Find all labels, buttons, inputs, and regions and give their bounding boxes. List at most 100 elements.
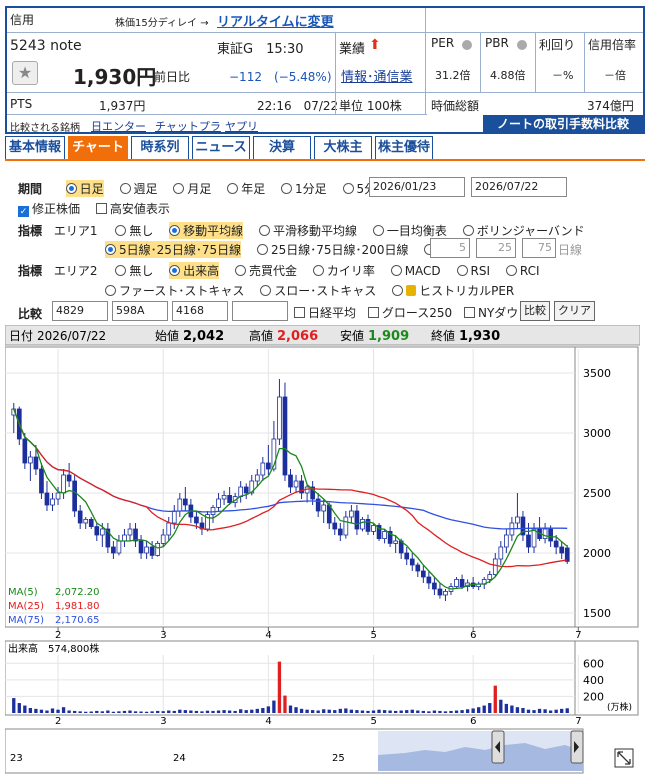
volume-bar [393,710,398,713]
compare-link-3[interactable]: ヤプリ [225,118,258,134]
candle-body [72,480,77,512]
candle-body [111,546,116,554]
ma-custom-2[interactable]: 25 [476,238,516,258]
highlow-checkbox[interactable]: 高安値表示 [95,200,170,217]
area1-label: エリア1 [53,224,98,238]
period-daily[interactable]: 日足 [65,180,104,197]
area2-historical-per[interactable]: ヒストリカルPER [392,282,514,299]
growth250-checkbox[interactable]: グロース250 [367,304,452,321]
candle-body [50,498,55,506]
pbr-value: 4.88倍 [490,69,526,82]
compare-link-1[interactable]: 日エンター [91,118,146,134]
volume-bar [250,709,254,713]
volume-bar [89,711,93,713]
pbr-help-icon[interactable] [517,40,527,50]
compare-link-2[interactable]: チャットプラ [155,118,221,134]
per-help-icon[interactable] [462,40,472,50]
area2-rsi[interactable]: RSI [456,264,490,278]
fullscreen-icon[interactable] [614,748,634,768]
area1-none[interactable]: 無し [115,222,153,239]
volume-bar [338,708,342,713]
ohlc-close-label: 終値 [431,328,455,343]
legend-ma75-label: MA(75) [8,615,44,626]
compare-code-4[interactable] [232,301,288,321]
volume-bar [45,710,49,713]
favorite-star-icon[interactable]: ★ [12,61,38,85]
period-monthly[interactable]: 月足 [173,180,211,197]
volume-bar [205,710,210,713]
candle-body [28,456,33,464]
realtime-link[interactable]: リアルタイムに変更 [217,11,334,30]
ohlc-date-label: 日付 [9,329,33,343]
compare-code-1[interactable]: 4829 [52,301,108,321]
ma-custom-1[interactable]: 5 [430,238,470,258]
candle-body [420,570,426,578]
tab-news[interactable]: ニュース [192,136,250,160]
area1-bollinger[interactable]: ボリンジャーバンド [462,222,585,239]
tab-basic-info[interactable]: 基本情報 [5,136,65,160]
volume-bar [333,710,337,713]
area2-volume[interactable]: 出来高 [169,262,220,279]
area2-fast-stoch[interactable]: ファースト･ストキャス [105,282,244,299]
tab-shareholder-benefits[interactable]: 株主優待 [375,136,433,160]
compare-code-2[interactable]: 598A [112,301,168,321]
area2-none[interactable]: 無し [115,262,153,279]
volume-bar [449,710,453,713]
area2-turnover[interactable]: 売買代金 [235,262,297,279]
candle-body [116,540,122,554]
fee-compare-banner[interactable]: ノートの取引手数料比較 [483,115,643,134]
ma-set-25-75-200[interactable]: 25日線･75日線･200日線 [257,241,408,258]
volume-bar [222,710,226,713]
volume-bar [405,710,409,713]
candle-body [288,474,293,488]
compare-code-3[interactable]: 4168 [172,301,228,321]
nydow-checkbox[interactable]: NYダウ [463,304,518,321]
volume-bar [399,710,403,713]
sector-link[interactable]: 情報･通信業 [341,66,413,85]
volume-bar [554,709,558,713]
adjust-row: ✓ 修正株価 高安値表示 [18,200,182,217]
volume-month-label: 5 [371,716,377,727]
candle-body [393,540,398,544]
volume-bar [460,710,464,713]
candle-body [354,510,360,530]
area1-ichimoku[interactable]: 一目均衡表 [372,222,447,239]
tab-chart[interactable]: チャート [68,136,128,160]
ma-custom-3[interactable]: 75 [522,238,556,258]
nikkei-checkbox[interactable]: 日経平均 [294,304,356,321]
volume-bar [465,709,470,713]
price-chart[interactable]: 日付 2026/07/22 始値 2,042 高値 2,066 安値 1,909… [5,325,640,775]
candle-body [44,492,50,506]
ma-set-5-25-75[interactable]: 5日線･25日線･75日線 [105,241,242,258]
candle-body [454,578,459,587]
candle-body [492,558,498,575]
month-tick-label: 3 [160,630,166,641]
tab-earnings[interactable]: 決算 [253,136,311,160]
date-to-input[interactable]: 2026/07/22 [471,177,567,197]
candle-body [149,546,155,556]
date-from-input[interactable]: 2026/01/23 [369,177,465,197]
period-weekly[interactable]: 週足 [119,180,158,197]
volume-bar [482,705,486,713]
candle-body [337,528,343,536]
clear-button[interactable]: クリア [554,301,595,321]
tab-timeseries[interactable]: 時系列 [131,136,189,160]
adjusted-price-checkbox[interactable]: ✓ 修正株価 [18,200,80,217]
area2-slow-stoch[interactable]: スロー･ストキャス [260,282,376,299]
area2-deviation[interactable]: カイリ率 [312,262,375,279]
candle-body [94,526,100,536]
volume-bar [532,710,536,713]
area2-rci[interactable]: RCI [505,264,540,278]
area2-macd[interactable]: MACD [390,264,441,278]
tab-major-holders[interactable]: 大株主 [314,136,372,160]
volume-month-label: 4 [265,716,271,727]
area1-smoothed-ma[interactable]: 平滑移動平均線 [259,222,357,239]
volume-bar [504,703,509,713]
price-tick-label: 3000 [583,427,611,440]
volume-bar [56,709,60,713]
period-1min[interactable]: 1分足 [281,180,327,197]
period-yearly[interactable]: 年足 [227,180,265,197]
compare-button[interactable]: 比較 [520,301,550,321]
area1-moving-average[interactable]: 移動平均線 [169,222,244,239]
volume-bar [543,709,547,713]
